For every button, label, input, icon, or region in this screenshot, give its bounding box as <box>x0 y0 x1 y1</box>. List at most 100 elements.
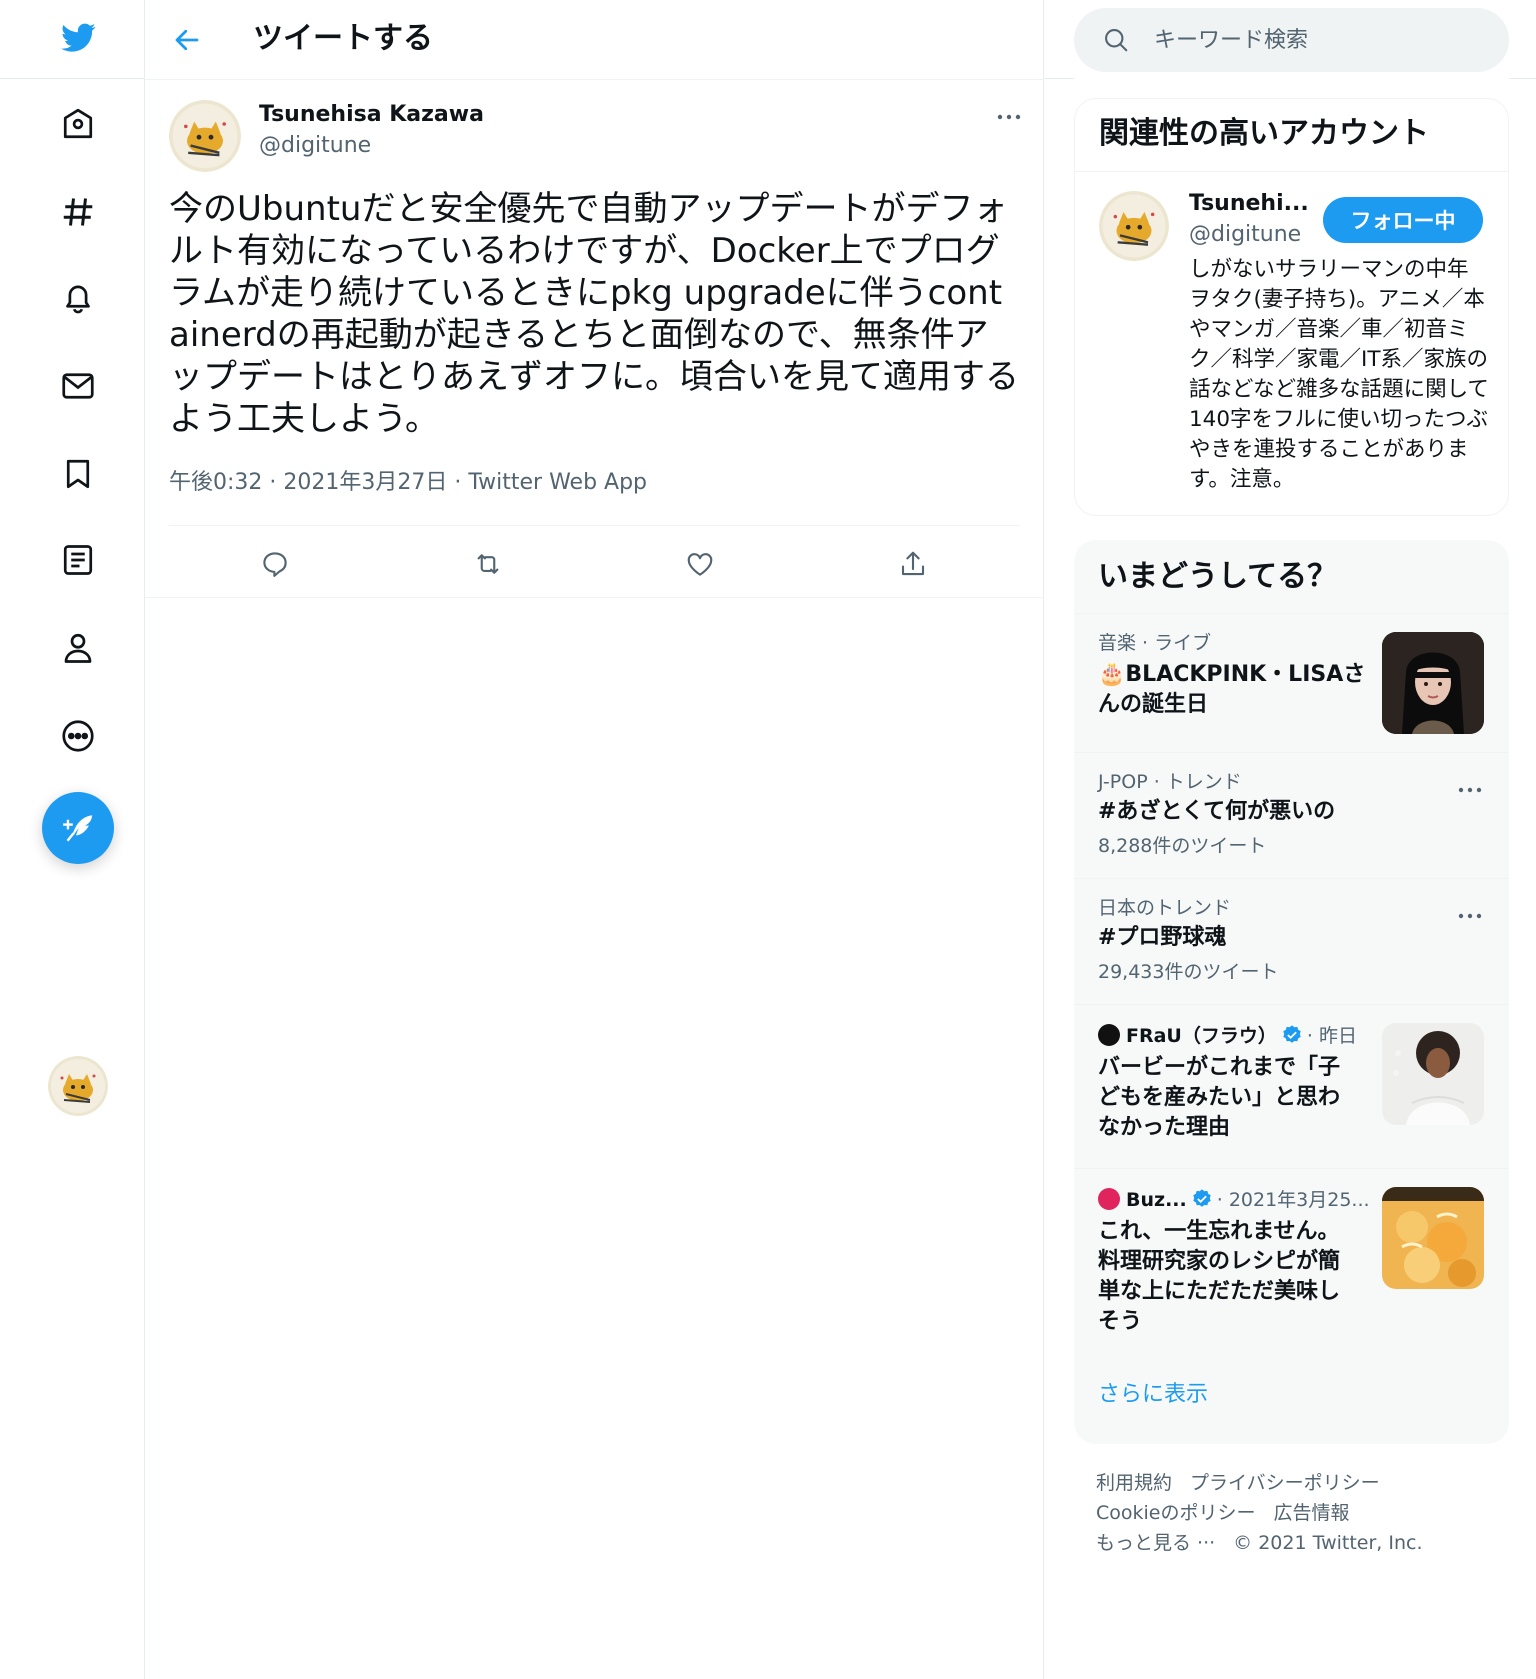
explore-hashtag-icon[interactable] <box>50 184 106 240</box>
more-circle-icon[interactable] <box>50 708 106 764</box>
relevant-accounts-title: 関連性の高いアカウント <box>1099 116 1429 151</box>
trend-title: #あざとくて何が悪いの <box>1098 799 1336 824</box>
back-button[interactable] <box>165 18 209 62</box>
footer-link-terms[interactable]: 利用規約 <box>1096 1472 1172 1494</box>
search-input[interactable] <box>1154 8 1494 72</box>
more-dots-icon <box>1458 787 1482 793</box>
tweet-date[interactable]: 2021年3月27日 <box>283 470 447 495</box>
tweet-text: 今のUbuntuだと安全優先で自動アップデートがデフォルト有効になっているわけで… <box>169 189 1019 439</box>
back-arrow-icon <box>175 29 199 51</box>
trend-category: 日本のトレンド <box>1098 897 1232 919</box>
footer-link-privacy[interactable]: プライバシーポリシー <box>1190 1472 1380 1494</box>
left-navigation <box>0 0 145 1679</box>
trend-tweet-count: 8,288件のツイート <box>1098 835 1267 857</box>
search-icon <box>1105 29 1128 52</box>
twitter-bird-icon[interactable] <box>50 10 106 66</box>
main-column: ツイートする Tsunehisa Kazawa @digitune 今のUbun… <box>145 0 1044 1679</box>
trend-item[interactable]: 日本のトレンド #プロ野球魂 29,433件のツイート <box>1074 878 1509 1004</box>
trend-more-button[interactable] <box>1452 777 1488 803</box>
like-heart-icon <box>687 553 713 576</box>
news-source: FRaU（フラウ） <box>1126 1025 1277 1047</box>
footer-link-ads[interactable]: 広告情報 <box>1274 1502 1350 1524</box>
meta-separator: · <box>262 470 284 495</box>
news-item[interactable]: Buz... · 2021年3月25... これ、一生忘れません。料理研究家のレシ… <box>1074 1168 1509 1362</box>
tweet-author-name[interactable]: Tsunehisa Kazawa <box>259 100 484 130</box>
account-avatar[interactable] <box>48 1056 108 1116</box>
divider <box>169 525 1019 526</box>
retweet-icon <box>477 554 499 574</box>
search-box[interactable] <box>1074 8 1509 72</box>
news-item[interactable]: FRaU（フラウ） · 昨日 バービーがこれまで「子どもを産みたい」と思わなかった… <box>1074 1004 1509 1168</box>
trend-category: J-POP · トレンド <box>1098 771 1242 793</box>
trend-tweet-count: 29,433件のツイート <box>1098 961 1279 983</box>
messages-envelope-icon[interactable] <box>50 358 106 414</box>
footer-link-more[interactable]: もっと見る ··· <box>1096 1532 1215 1554</box>
more-dots-icon <box>997 114 1021 120</box>
trend-item[interactable]: J-POP · トレンド #あざとくて何が悪いの 8,288件のツイート <box>1074 752 1509 878</box>
footer: 利用規約 プライバシーポリシー Cookieのポリシー 広告情報 もっと見る ···… <box>1096 1468 1516 1558</box>
news-source-line: FRaU（フラウ） · 昨日 <box>1098 1023 1357 1049</box>
bookmark-icon[interactable] <box>50 446 106 502</box>
relevant-account-avatar[interactable] <box>1099 191 1169 261</box>
compose-tweet-button[interactable] <box>42 792 114 864</box>
verified-badge-icon <box>1283 1025 1301 1043</box>
compose-feather-icon <box>63 815 93 842</box>
news-thumbnail <box>1382 1187 1484 1289</box>
profile-icon[interactable] <box>50 620 106 676</box>
news-time: · 昨日 <box>1306 1025 1357 1047</box>
tweet-author-avatar[interactable] <box>169 100 241 172</box>
tweet-author-handle[interactable]: @digitune <box>259 131 371 161</box>
relevant-account-bio: しがないサラリーマンの中年ヲタク(妻子持ち)。アニメ／本やマンガ／音楽／車／初音… <box>1189 257 1489 492</box>
divider <box>1075 171 1508 172</box>
lists-icon[interactable] <box>50 532 106 588</box>
trends-title: いまどうしてる？ <box>1098 559 1338 594</box>
cake-emoji-icon: 🎂 <box>1098 662 1126 687</box>
trend-title: 🎂BLACKPINK・LISAさんの誕生日 <box>1098 660 1368 720</box>
trend-title-text: BLACKPINK・LISAさんの誕生日 <box>1098 662 1366 717</box>
news-thumbnail <box>1382 1023 1484 1125</box>
news-headline: バービーがこれまで「子どもを産みたい」と思わなかった理由 <box>1098 1055 1341 1140</box>
reply-icon <box>263 552 287 577</box>
footer-link-cookies[interactable]: Cookieのポリシー <box>1096 1502 1256 1524</box>
tweet-metadata: 午後0:32 · 2021年3月27日 · Twitter Web App <box>169 468 647 498</box>
trends-card: いまどうしてる？ 音楽 · ライブ 🎂BLACKPINK・LISAさんの誕生日 … <box>1074 540 1509 1444</box>
news-headline: これ、一生忘れません。料理研究家のレシピが簡単な上にただただ美味しそう <box>1098 1219 1341 1334</box>
following-button[interactable]: フォロー中 <box>1323 197 1483 243</box>
tweet-detail: Tsunehisa Kazawa @digitune 今のUbuntuだと安全優… <box>145 80 1044 598</box>
trend-more-button[interactable] <box>1452 903 1488 929</box>
news-source: Buz... <box>1126 1189 1187 1211</box>
tweet-source[interactable]: Twitter Web App <box>468 470 647 495</box>
notifications-bell-icon[interactable] <box>50 270 106 326</box>
trend-item[interactable]: 音楽 · ライブ 🎂BLACKPINK・LISAさんの誕生日 <box>1074 613 1509 752</box>
news-source-line: Buz... · 2021年3月25... <box>1098 1187 1370 1213</box>
news-time: · 2021年3月25... <box>1216 1189 1370 1211</box>
relevant-accounts-card: 関連性の高いアカウント Tsunehi... @digitune フォロー中 し… <box>1074 98 1509 516</box>
copyright: © 2021 Twitter, Inc. <box>1233 1532 1423 1554</box>
header-divider <box>1509 78 1536 79</box>
nav-divider <box>0 78 145 79</box>
more-dots-icon <box>1458 913 1482 919</box>
retweet-button[interactable] <box>460 536 516 592</box>
tweet-actions <box>169 536 1019 592</box>
share-button[interactable] <box>885 536 941 592</box>
trend-title: #プロ野球魂 <box>1098 925 1227 950</box>
tweet-more-button[interactable] <box>987 102 1031 132</box>
show-more-link[interactable]: さらに表示 <box>1098 1380 1208 1410</box>
frau-logo-icon <box>1098 1024 1120 1046</box>
header-divider <box>1044 78 1074 79</box>
main-header: ツイートする <box>145 0 1044 80</box>
home-icon[interactable] <box>50 96 106 152</box>
trend-category: 音楽 · ライブ <box>1098 632 1212 654</box>
buzzfeed-logo-icon <box>1098 1188 1120 1210</box>
relevant-account-handle[interactable]: @digitune <box>1189 220 1301 250</box>
verified-badge-icon <box>1193 1189 1211 1207</box>
reply-button[interactable] <box>247 536 303 592</box>
share-icon <box>901 551 924 576</box>
like-button[interactable] <box>672 536 728 592</box>
meta-separator: · <box>447 470 469 495</box>
relevant-account-name[interactable]: Tsunehi... <box>1189 189 1309 219</box>
tweet-time[interactable]: 午後0:32 <box>169 470 262 495</box>
page-title: ツイートする <box>253 21 433 56</box>
trend-thumbnail <box>1382 632 1484 734</box>
right-sidebar: 関連性の高いアカウント Tsunehi... @digitune フォロー中 し… <box>1044 0 1536 1679</box>
